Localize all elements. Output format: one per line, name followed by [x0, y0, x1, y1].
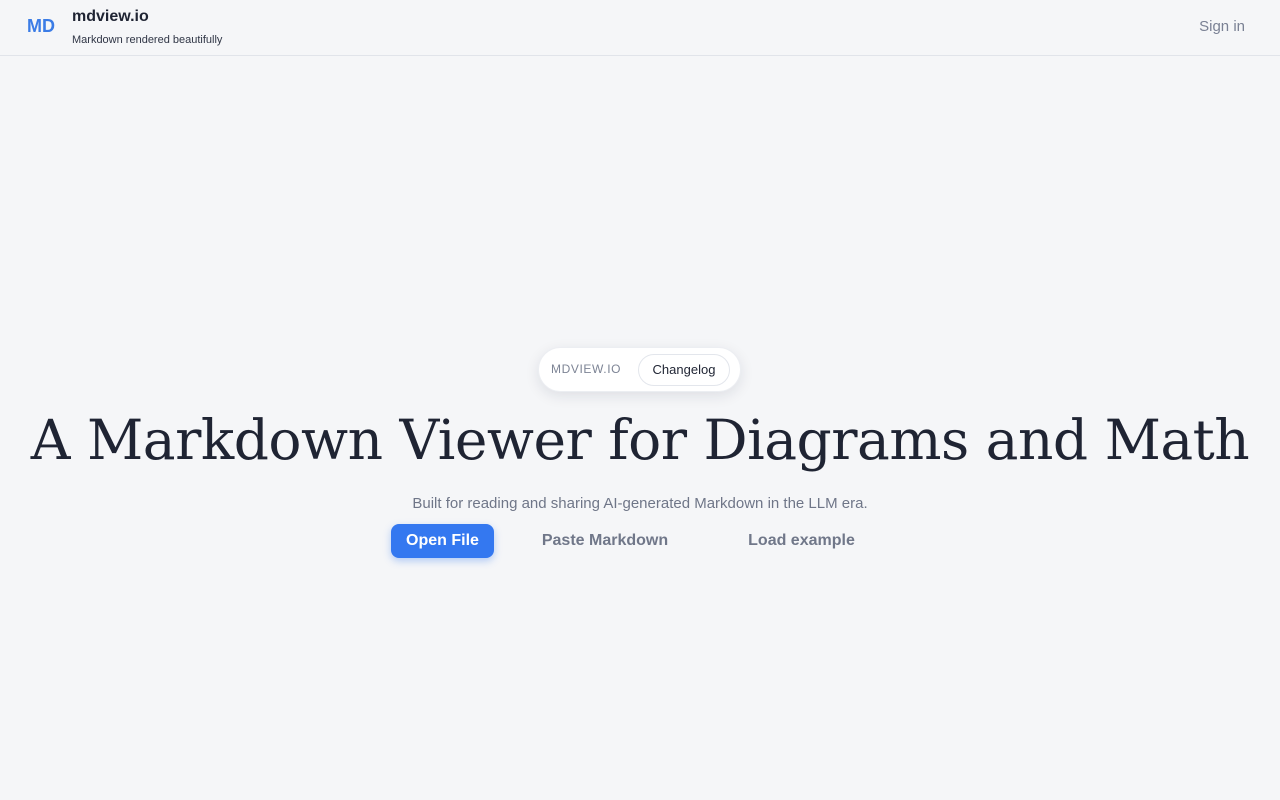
- hero-title: A Markdown Viewer for Diagrams and Math: [30, 408, 1250, 472]
- announcement-label: MDVIEW.IO: [551, 362, 622, 376]
- changelog-button[interactable]: Changelog: [638, 354, 730, 386]
- sign-in-link[interactable]: Sign in: [1199, 18, 1245, 35]
- brand-title[interactable]: mdview.io: [72, 8, 149, 26]
- site-header: MD mdview.io Markdown rendered beautiful…: [0, 0, 1280, 56]
- brand-tagline: Markdown rendered beautifully: [72, 34, 223, 46]
- announcement-pill: MDVIEW.IO Changelog: [538, 347, 741, 392]
- paste-markdown-button[interactable]: Paste Markdown: [524, 524, 686, 558]
- hero-subtitle: Built for reading and sharing AI-generat…: [412, 495, 868, 512]
- open-file-button[interactable]: Open File: [391, 524, 494, 558]
- logo-mark[interactable]: MD: [27, 16, 55, 37]
- load-example-button[interactable]: Load example: [730, 524, 873, 558]
